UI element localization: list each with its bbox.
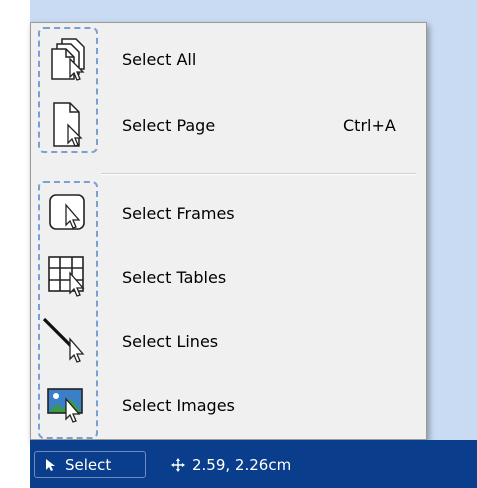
select-images-icon [47, 388, 83, 423]
menu-item-label: Select All [122, 49, 197, 69]
menu-item-label: Select Frames [122, 203, 235, 223]
cursor-icon [46, 458, 55, 471]
select-dropdown-menu: Select All Select Page Ctrl+A Select Fra… [30, 22, 427, 440]
menu-separator-highlight [101, 174, 416, 175]
select-lines-icon [42, 317, 85, 363]
menu-item-label: Select Page [122, 115, 216, 135]
icon-column [38, 27, 98, 153]
menu-item-select-tables[interactable]: Select Tables [31, 245, 426, 309]
menu-item-select-page[interactable]: Select Page Ctrl+A [31, 93, 426, 157]
menu-item-select-images[interactable]: Select Images [31, 373, 426, 437]
menu-item-label: Select Images [122, 395, 235, 415]
menu-item-select-all[interactable]: Select All [31, 27, 426, 153]
coordinates-value: 2.59, 2.26cm [192, 455, 292, 474]
select-frames-icon [49, 194, 85, 230]
menu-item-select-lines[interactable]: Select Lines [31, 309, 426, 373]
cursor-coordinates: 2.59, 2.26cm [170, 451, 291, 478]
menu-item-select-frames[interactable]: Select Frames [31, 181, 426, 439]
menu-item-label: Select Lines [122, 331, 219, 351]
select-tool-button[interactable]: Select [34, 451, 146, 478]
select-tool-label: Select [65, 455, 112, 474]
move-icon [171, 457, 185, 472]
shortcut-label: Ctrl+A [343, 115, 396, 135]
menu-item-label: Select Tables [122, 267, 227, 287]
icon-column [38, 181, 98, 439]
select-page-icon [53, 102, 83, 147]
select-tables-icon [48, 256, 85, 297]
select-all-icon [51, 38, 85, 81]
left-margin [0, 0, 30, 488]
